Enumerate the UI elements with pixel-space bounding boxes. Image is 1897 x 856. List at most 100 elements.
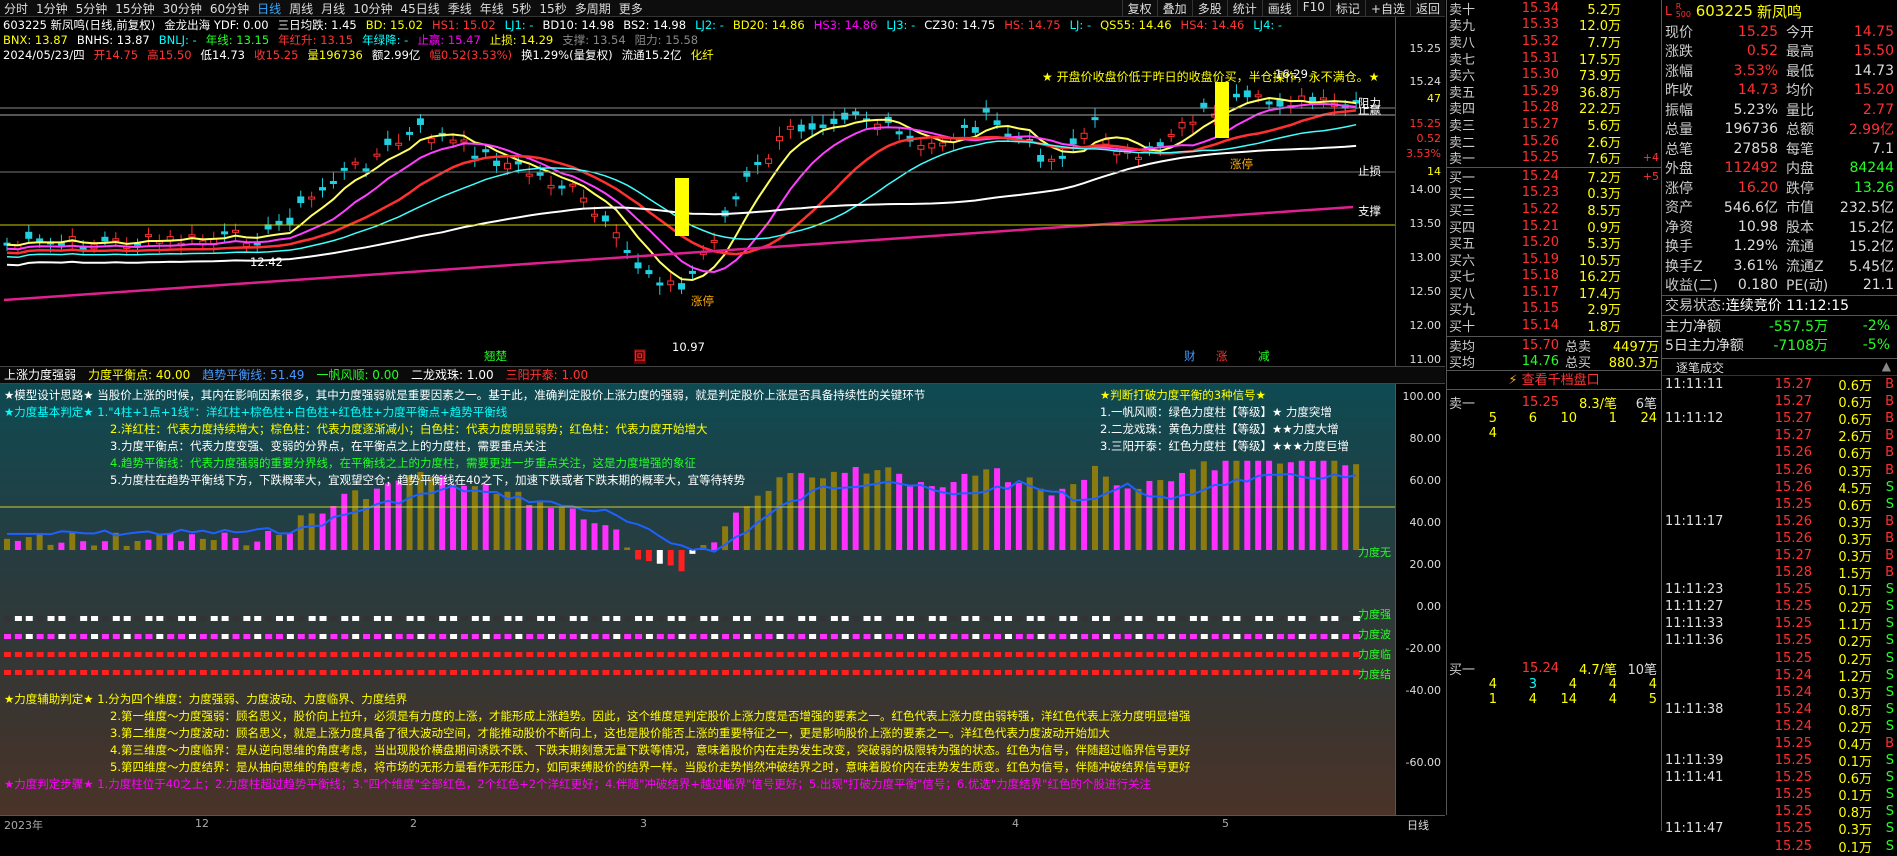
toolbar-button[interactable]: 叠加 [1156,0,1192,17]
bids-row[interactable]: 买七 15.18 16.2万 [1447,268,1661,285]
dimension-dot [145,634,153,639]
dimension-dot [732,634,740,639]
dimension-dot [265,670,273,675]
bids-row[interactable]: 买一 15.24 7.2万 +5 [1447,168,1661,186]
dimension-dot [645,616,653,621]
dimension-dot [678,652,686,657]
asks-row[interactable]: 卖九 15.33 12.0万 [1447,17,1661,34]
dimension-dot [994,670,1002,675]
strength-bar [928,486,935,550]
candle [297,196,305,204]
period-tab[interactable]: 多周期 [571,0,615,17]
toolbar-button[interactable]: 画线 [1261,0,1297,17]
expand-icon[interactable]: ▲ [1882,359,1891,375]
kline-chart[interactable] [0,60,1395,365]
bids-row[interactable]: 买三 15.22 8.5万 [1447,201,1661,219]
dimension-dot [47,652,55,657]
indicator-value: LJ1: - [504,18,534,32]
trade-row: 11:11:38 15.24 0.8万 S [1665,701,1894,719]
candle [830,118,838,124]
bids-row[interactable]: 买五 15.20 5.3万 [1447,234,1661,252]
period-tab[interactable]: 分时 [0,0,32,17]
asks-row[interactable]: 卖七 15.31 17.5万 [1447,50,1661,68]
period-tab[interactable]: 年线 [476,0,508,17]
period-tab[interactable]: 15秒 [535,0,570,17]
dimension-dot [1146,616,1154,621]
period-tab[interactable]: 更多 [615,0,647,17]
bids-row[interactable]: 买四 15.21 0.9万 [1447,218,1661,236]
candle [667,280,675,286]
toolbar-button[interactable]: 多股 [1191,0,1227,17]
dimension-dot [700,652,708,657]
period-tab[interactable]: 5秒 [508,0,536,17]
asks-row[interactable]: 卖三 15.27 5.6万 [1447,116,1661,134]
dimension-dot [112,616,120,621]
bids-row[interactable]: 买九 15.15 2.9万 [1447,301,1661,318]
note-aux-title: ★力度辅助判定★ 1.分为四个维度：力度强弱、力度波动、力度临界、力度结界 [4,692,408,706]
strength-indicator-panel[interactable]: ★模型设计思路★ 当股价上涨的时候，其内在影响因素很多，其中力度强弱就是重要因素… [0,384,1395,815]
dimension-dot [384,670,392,675]
info-row: 振幅 5.23% 量比 2.77 [1665,101,1894,119]
asks-row[interactable]: 卖十 15.34 5.2万 [1447,0,1661,18]
indicator-value: 年线: 13.15 [205,33,270,47]
dimension-dot [950,634,958,639]
view-depth-button[interactable]: ⚡ 查看千档盘口 [1447,370,1661,391]
dimension-dot [504,652,512,657]
trade-row: 15.25 0.8万 S [1774,804,1894,822]
period-tab[interactable]: 30分钟 [159,0,206,17]
asks-row[interactable]: 卖二 15.26 2.6万 [1447,133,1661,151]
period-tab[interactable]: 季线 [444,0,476,17]
period-tab[interactable]: 60分钟 [206,0,253,17]
dimension-dot [286,616,294,621]
period-tab[interactable]: 5分钟 [72,0,112,17]
dimension-dot [156,616,164,621]
asks-row[interactable]: 卖四 15.28 22.2万 [1447,100,1661,117]
bids-row[interactable]: 买十 15.14 1.8万 [1447,317,1661,335]
dimension-dot [1266,616,1274,621]
period-tab[interactable]: 日线 [253,0,285,17]
candle [231,229,239,233]
toolbar-button[interactable]: 标记 [1329,0,1365,17]
dimension-dot [134,634,142,639]
toolbar-button[interactable]: 统计 [1226,0,1262,17]
dimension-dot [1222,634,1230,639]
bids-row[interactable]: 买六 15.19 10.5万 [1447,251,1661,269]
dimension-dot [210,616,218,621]
period-tab[interactable]: 1分钟 [32,0,72,17]
dimension-dot [1092,616,1099,621]
bids-row[interactable]: 买八 15.17 17.4万 [1447,284,1661,302]
asks-row[interactable]: 卖一 15.25 7.6万 +4 [1447,149,1661,167]
asks-row[interactable]: 卖八 15.32 7.7万 [1447,33,1661,51]
dimension-dot [308,670,316,675]
dimension-dot [1102,670,1110,675]
period-tab[interactable]: 月线 [317,0,349,17]
dimension-dot [134,670,142,675]
period-tab[interactable]: 10分钟 [349,0,396,17]
dimension-dot [689,670,697,675]
asks-row[interactable]: 卖五 15.29 36.8万 [1447,83,1661,101]
dimension-dot [972,670,980,675]
toolbar-button[interactable]: 复权 [1121,0,1157,17]
toolbar-button[interactable]: F10 [1296,0,1330,17]
asks-row[interactable]: 卖六 15.30 73.9万 [1447,66,1661,84]
candle [732,196,740,200]
toolbar-button[interactable]: +自选 [1364,0,1410,17]
dimension-dot [645,652,653,657]
bids-row[interactable]: 买二 15.23 0.3万 [1447,185,1661,202]
dimension-dot [1233,634,1241,639]
dimension-dot [830,634,838,639]
dimension-dot [1331,634,1339,639]
indicator-value: 止赢: 15.47 [417,33,481,47]
dimension-dot [711,616,719,621]
dimension-dot [188,652,196,657]
candle [395,142,403,146]
dimension-dot [91,670,99,675]
period-tab[interactable]: 周线 [285,0,317,17]
note-design: ★模型设计思路★ 当股价上涨的时候，其内在影响因素很多，其中力度强弱就是重要因素… [4,388,926,402]
dimension-dot [515,670,523,675]
period-tab[interactable]: 45日线 [396,0,443,17]
strength-bar [1168,481,1175,550]
dimension-dot [156,634,164,639]
period-tab[interactable]: 15分钟 [111,0,158,17]
toolbar-button[interactable]: 返回 [1409,0,1445,17]
